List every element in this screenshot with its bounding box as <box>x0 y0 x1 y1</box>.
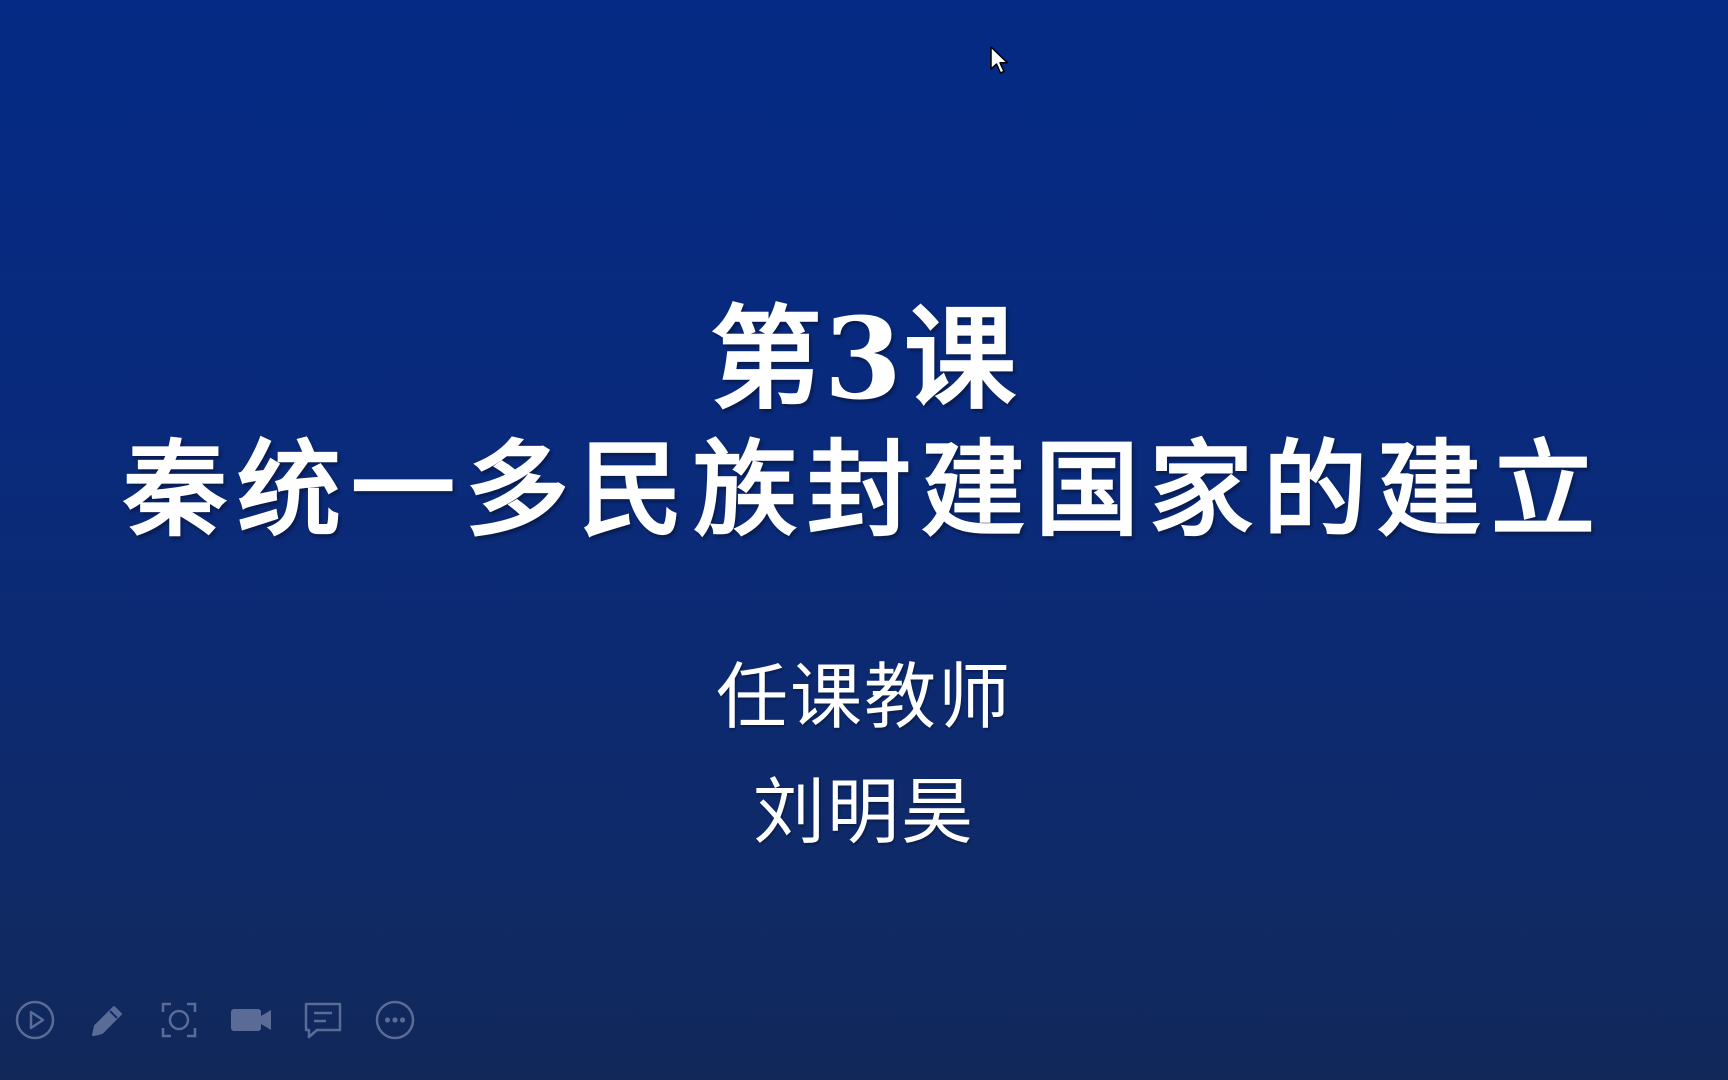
screenshot-icon <box>159 1000 199 1040</box>
teacher-label: 任课教师 <box>715 655 1012 739</box>
lesson-number-title: 第3课 <box>710 294 1018 425</box>
screenshot-button[interactable] <box>158 999 200 1041</box>
presentation-slide: 第3课 秦统一多民族封建国家的建立 任课教师 刘明昊 <box>0 0 1728 1080</box>
camera-button[interactable] <box>230 999 272 1041</box>
play-icon <box>15 1000 55 1040</box>
teacher-name: 刘明昊 <box>752 770 975 854</box>
presentation-toolbar <box>14 998 416 1042</box>
lesson-title: 秦统一多民族封建国家的建立 <box>122 428 1605 551</box>
more-icon <box>375 1000 415 1040</box>
mouse-cursor-icon <box>990 46 1012 76</box>
more-button[interactable] <box>374 999 416 1041</box>
pen-button[interactable] <box>86 999 128 1041</box>
play-button[interactable] <box>14 999 56 1041</box>
comment-icon <box>303 1000 343 1040</box>
comment-button[interactable] <box>302 999 344 1041</box>
pen-icon <box>87 1000 127 1040</box>
camera-icon <box>229 1000 273 1040</box>
